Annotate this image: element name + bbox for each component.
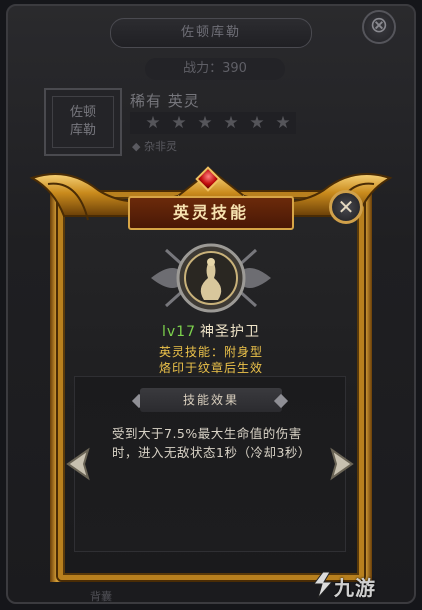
watermark-text: 九游 xyxy=(334,576,376,600)
hero-portrait-text: 佐顿 库勒 xyxy=(52,96,114,148)
star-icon: ★ xyxy=(249,113,265,133)
star-icon: ★ xyxy=(197,113,213,133)
skill-type: 英灵技能：附身型 烙印于纹章后生效 xyxy=(80,344,342,376)
next-arrow-icon[interactable] xyxy=(328,446,356,482)
star-icon: ★ xyxy=(145,113,161,133)
skill-name: 神圣护卫 xyxy=(200,324,260,340)
star-rating: ★ ★ ★ ★ ★ ★ xyxy=(130,112,296,134)
background-title: 佐顿库勒 xyxy=(110,18,312,48)
star-icon: ★ xyxy=(171,113,187,133)
effect-description: 受到大于7.5%最大生命值的伤害时，进入无敌状态1秒（冷却3秒） xyxy=(112,426,311,460)
nine-game-logo-icon xyxy=(313,571,334,599)
effect-header: 技能效果 xyxy=(140,388,282,412)
star-icon: ★ xyxy=(223,113,239,133)
guardian-skill-icon xyxy=(151,243,271,313)
dialog-title: 英灵技能 xyxy=(128,196,294,230)
hero-quality: 稀有 英灵 xyxy=(130,92,200,110)
power-label: 战力：390 xyxy=(145,58,285,80)
skill-level: lv17 xyxy=(162,324,196,340)
skill-condition-line: 烙印于纹章后生效 xyxy=(158,361,263,375)
close-button[interactable]: ✕ xyxy=(329,190,363,224)
skill-type-line: 英灵技能：附身型 xyxy=(158,345,263,359)
skill-name-row: lv17 神圣护卫 xyxy=(80,321,342,341)
background-close-icon: ⊗ xyxy=(362,10,396,44)
background-bottom-label: 背囊 xyxy=(90,590,112,603)
prev-arrow-icon[interactable] xyxy=(64,446,92,482)
hero-portrait: 佐顿 库勒 xyxy=(44,88,122,156)
star-icon: ★ xyxy=(275,113,291,133)
